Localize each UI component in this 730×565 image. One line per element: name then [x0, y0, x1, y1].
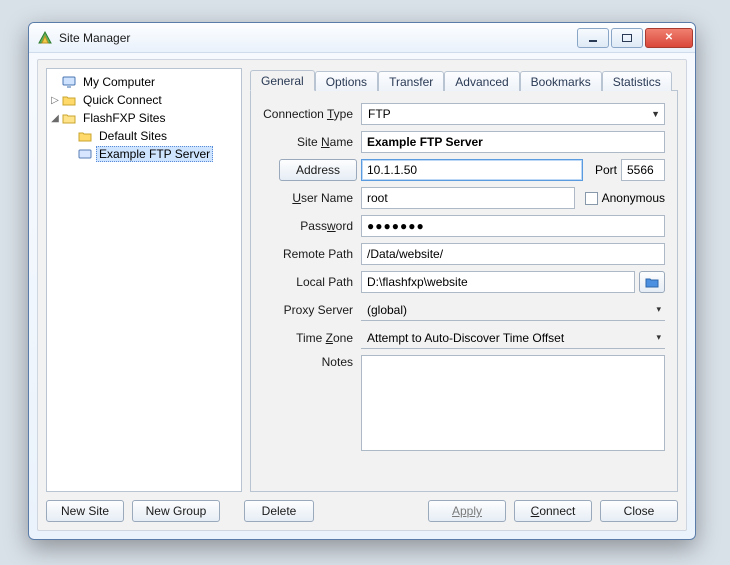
- close-window-button[interactable]: ✕: [645, 28, 693, 48]
- titlebar: Site Manager ✕: [29, 23, 695, 53]
- tab-general[interactable]: General: [250, 70, 315, 91]
- tree-my-computer[interactable]: My Computer: [49, 73, 239, 91]
- password-input[interactable]: [361, 215, 665, 237]
- anonymous-checkbox[interactable]: [585, 192, 598, 205]
- label-remote-path: Remote Path: [251, 247, 361, 261]
- tree-selected-site[interactable]: Example FTP Server: [49, 145, 239, 163]
- computer-icon: [61, 75, 77, 89]
- local-path-input[interactable]: [361, 271, 635, 293]
- remote-path-input[interactable]: [361, 243, 665, 265]
- label-site-name: Site Name: [251, 135, 361, 149]
- maximize-button[interactable]: [611, 28, 643, 48]
- label-time-zone: Time Zone: [251, 331, 361, 345]
- label-user-name: User Name: [251, 191, 361, 205]
- site-name-input[interactable]: [361, 131, 665, 153]
- connect-button[interactable]: Connect: [514, 500, 592, 522]
- tab-advanced[interactable]: Advanced: [444, 71, 519, 91]
- username-input[interactable]: [361, 187, 575, 209]
- address-input[interactable]: [361, 159, 583, 181]
- button-bar: New Site New Group Delete Apply Connect …: [46, 492, 678, 522]
- site-icon: [77, 147, 93, 161]
- site-tree[interactable]: My Computer ▷ Quick Connect ◢ FlashFXP S…: [46, 68, 242, 492]
- notes-textarea[interactable]: [361, 355, 665, 451]
- tab-options[interactable]: Options: [315, 71, 378, 91]
- tree-quick-connect[interactable]: ▷ Quick Connect: [49, 91, 239, 109]
- chevron-down-icon: ▾: [656, 304, 661, 315]
- tree-flashfxp-sites[interactable]: ◢ FlashFXP Sites: [49, 109, 239, 127]
- chevron-down-icon: ▾: [656, 332, 661, 343]
- folder-icon: [77, 129, 93, 143]
- app-icon: [37, 30, 53, 46]
- collapse-icon[interactable]: ◢: [49, 113, 61, 124]
- label-connection-type: Connection Type: [251, 107, 361, 121]
- label-anonymous: Anonymous: [602, 191, 665, 205]
- tab-bookmarks[interactable]: Bookmarks: [520, 71, 602, 91]
- label-proxy-server: Proxy Server: [251, 303, 361, 317]
- site-manager-window: Site Manager ✕ My Computer ▷ Quick Conne…: [28, 22, 696, 540]
- delete-button[interactable]: Delete: [244, 500, 314, 522]
- folder-open-icon: [61, 111, 77, 125]
- window-title: Site Manager: [59, 31, 130, 45]
- proxy-server-combo[interactable]: (global) ▾: [361, 299, 665, 321]
- tree-default-sites[interactable]: Default Sites: [49, 127, 239, 145]
- label-port: Port: [591, 163, 621, 177]
- tab-statistics[interactable]: Statistics: [602, 71, 672, 91]
- detail-pane: General Options Transfer Advanced Bookma…: [250, 68, 678, 492]
- label-password: Password: [251, 219, 361, 233]
- chevron-down-icon: ▼: [651, 109, 660, 119]
- apply-button[interactable]: Apply: [428, 500, 506, 522]
- new-group-button[interactable]: New Group: [132, 500, 220, 522]
- connection-type-combo[interactable]: FTP ▼: [361, 103, 665, 125]
- client-area: My Computer ▷ Quick Connect ◢ FlashFXP S…: [37, 59, 687, 531]
- label-notes: Notes: [251, 355, 361, 369]
- folder-icon: [645, 276, 659, 288]
- tab-transfer[interactable]: Transfer: [378, 71, 444, 91]
- address-button[interactable]: Address: [279, 159, 357, 181]
- tab-body-general: Connection Type FTP ▼ Site Name Address: [250, 90, 678, 492]
- minimize-button[interactable]: [577, 28, 609, 48]
- browse-local-path-button[interactable]: [639, 271, 665, 293]
- port-input[interactable]: [621, 159, 665, 181]
- tab-strip: General Options Transfer Advanced Bookma…: [250, 68, 678, 90]
- folder-icon: [61, 93, 77, 107]
- new-site-button[interactable]: New Site: [46, 500, 124, 522]
- label-local-path: Local Path: [251, 275, 361, 289]
- expand-icon[interactable]: ▷: [49, 95, 61, 106]
- time-zone-combo[interactable]: Attempt to Auto-Discover Time Offset ▾: [361, 327, 665, 349]
- close-button[interactable]: Close: [600, 500, 678, 522]
